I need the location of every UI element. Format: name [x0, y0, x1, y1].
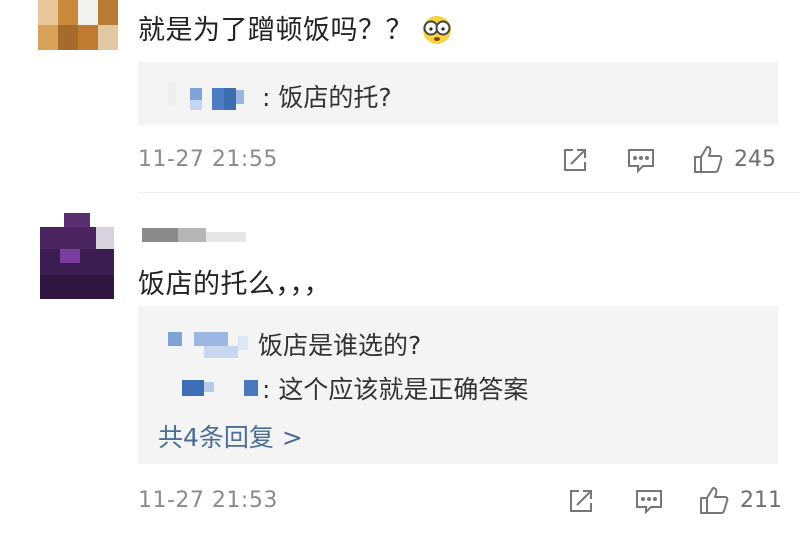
timestamp: 11-27 21:53 [138, 488, 278, 513]
thumbs-up-icon[interactable] [698, 484, 730, 516]
share-icon[interactable] [560, 145, 590, 175]
comment-icon[interactable] [634, 486, 664, 516]
avatar[interactable] [40, 213, 114, 299]
comment-text: 就是为了蹭顿饭吗？？ [138, 8, 453, 52]
thumbs-up-icon[interactable] [692, 143, 724, 175]
divider [138, 192, 800, 193]
comment-icon[interactable] [626, 145, 656, 175]
comment-text: 饭店的托么，，， [138, 269, 331, 300]
timestamp: 11-27 21:55 [138, 147, 278, 172]
like-count: 211 [740, 488, 782, 513]
reply-box: : 饭店的托? [138, 62, 778, 125]
comment-item: 就是为了蹭顿饭吗？？ : 饭店的托? 11-27 21:55 245 [0, 0, 800, 193]
like-count: 245 [734, 147, 776, 172]
username-redacted [168, 332, 182, 346]
view-more-replies-link[interactable]: 共4条回复 > [158, 418, 303, 454]
reply-line[interactable]: 饭店是谁选的? [168, 326, 421, 362]
reply-line[interactable]: : 这个应该就是正确答案 [168, 370, 528, 406]
username-redacted [168, 82, 176, 106]
reply-box: 饭店是谁选的? : 这个应该就是正确答案 共4条回复 > [138, 306, 778, 464]
share-icon[interactable] [566, 486, 596, 516]
username-redacted [182, 380, 204, 396]
shocked-glasses-emoji [421, 15, 453, 52]
reply-line[interactable]: : 饭店的托? [168, 78, 392, 114]
avatar[interactable] [38, 0, 118, 50]
